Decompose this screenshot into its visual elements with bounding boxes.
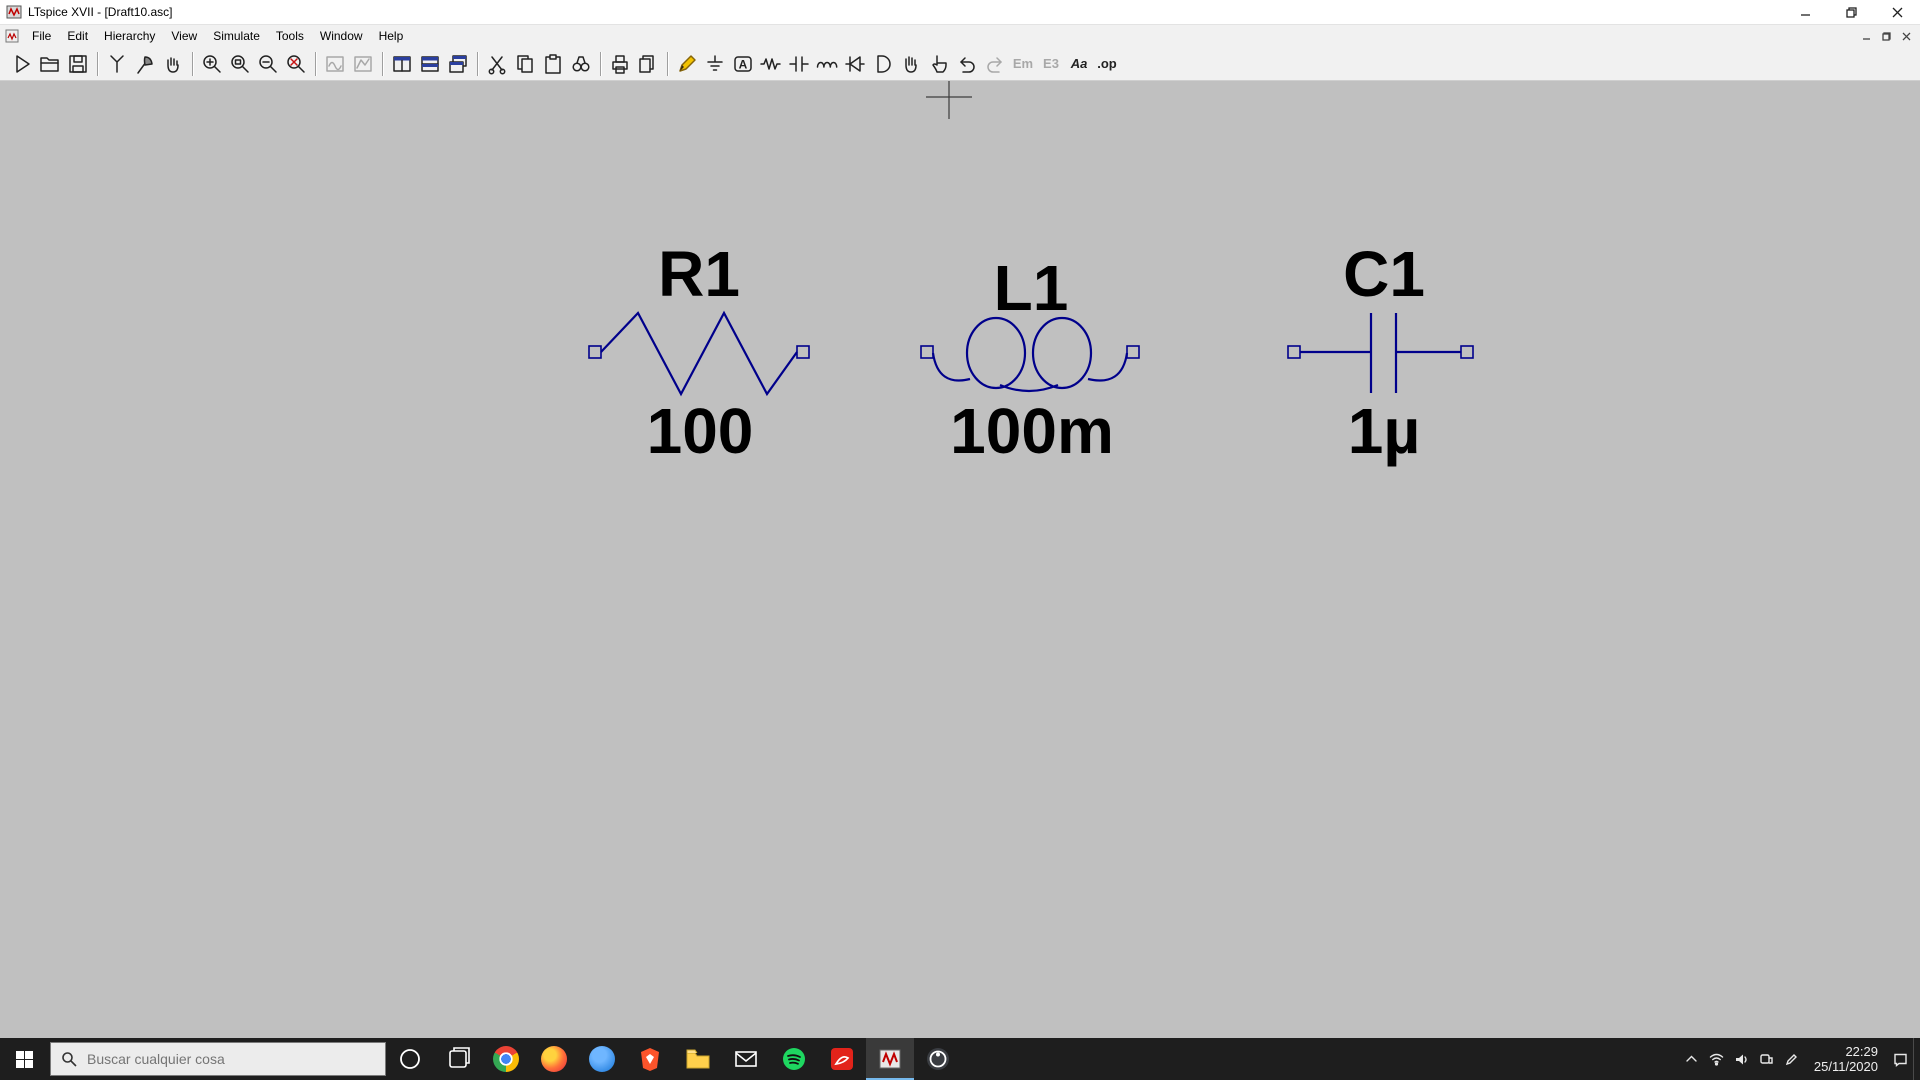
mdi-restore-button[interactable]: [1877, 28, 1896, 45]
component-icon[interactable]: [869, 50, 897, 78]
cortana-icon[interactable]: [386, 1038, 434, 1080]
menu-tools[interactable]: Tools: [268, 26, 312, 46]
show-desktop-button[interactable]: [1913, 1038, 1920, 1080]
halt-axe-icon[interactable]: [131, 50, 159, 78]
probe-icon[interactable]: [103, 50, 131, 78]
menu-hierarchy[interactable]: Hierarchy: [96, 26, 163, 46]
plot-settings-icon: [349, 50, 377, 78]
taskbar-clock[interactable]: 22:29 25/11/2020: [1804, 1038, 1888, 1080]
search-input[interactable]: [85, 1050, 359, 1068]
tile-horizontal-icon[interactable]: [416, 50, 444, 78]
zoom-in-icon[interactable]: [198, 50, 226, 78]
taskbar-search[interactable]: [50, 1042, 386, 1076]
toolbar: A Em E3 Aa .op: [0, 47, 1920, 81]
acrobat-icon[interactable]: [818, 1038, 866, 1080]
obs-icon[interactable]: [914, 1038, 962, 1080]
document-icon: [5, 29, 19, 43]
chevron-up-icon[interactable]: [1679, 1038, 1704, 1080]
capacitor-icon[interactable]: [785, 50, 813, 78]
component-value[interactable]: 100m: [950, 394, 1114, 468]
run-icon[interactable]: [8, 50, 36, 78]
mdi-minimize-button[interactable]: [1857, 28, 1876, 45]
drag-icon[interactable]: [925, 50, 953, 78]
start-button[interactable]: [0, 1038, 48, 1080]
rotate-icon: E3: [1043, 56, 1059, 71]
title-bar: LTspice XVII - [Draft10.asc]: [0, 0, 1920, 25]
capacitor-symbol: [1287, 313, 1474, 393]
minimize-button[interactable]: [1782, 0, 1828, 24]
pan-hand-icon[interactable]: [159, 50, 187, 78]
mdi-close-button[interactable]: [1897, 28, 1916, 45]
resistor-symbol: [588, 310, 810, 397]
text-icon[interactable]: Aa: [1065, 50, 1093, 78]
ground-icon[interactable]: [701, 50, 729, 78]
resistor-icon[interactable]: [757, 50, 785, 78]
maximize-button[interactable]: [1828, 0, 1874, 24]
menu-file[interactable]: File: [24, 26, 59, 46]
wire-icon[interactable]: [673, 50, 701, 78]
redo-icon: [981, 50, 1009, 78]
menu-bar: File Edit Hierarchy View Simulate Tools …: [0, 25, 1920, 47]
clock-date: 25/11/2020: [1813, 1059, 1878, 1074]
component-value[interactable]: 100: [647, 394, 754, 468]
spice-directive-icon[interactable]: .op: [1093, 50, 1121, 78]
component-ref[interactable]: R1: [658, 237, 740, 311]
mail-icon[interactable]: [722, 1038, 770, 1080]
window-title: LTspice XVII - [Draft10.asc]: [28, 5, 173, 19]
zoom-out-icon[interactable]: [254, 50, 282, 78]
undo-icon[interactable]: [953, 50, 981, 78]
copy-icon[interactable]: [511, 50, 539, 78]
diode-icon[interactable]: [841, 50, 869, 78]
teams-icon[interactable]: [1754, 1038, 1779, 1080]
ltspice-icon[interactable]: [866, 1038, 914, 1080]
find-icon[interactable]: [567, 50, 595, 78]
system-tray: 22:29 25/11/2020: [1679, 1038, 1920, 1080]
notification-icon[interactable]: [1888, 1038, 1913, 1080]
schematic-canvas[interactable]: R1 100 L1 100m C1 1µ: [0, 81, 1920, 1040]
menu-window[interactable]: Window: [312, 26, 371, 46]
pen-icon[interactable]: [1779, 1038, 1804, 1080]
clock-time: 22:29: [1845, 1044, 1878, 1059]
autorange-icon: [321, 50, 349, 78]
paste-icon[interactable]: [539, 50, 567, 78]
inductor-symbol: [920, 316, 1140, 393]
chrome-icon[interactable]: [482, 1038, 530, 1080]
print-all-icon[interactable]: [634, 50, 662, 78]
zoom-clear-icon[interactable]: [282, 50, 310, 78]
menu-simulate[interactable]: Simulate: [205, 26, 268, 46]
file-explorer-icon[interactable]: [674, 1038, 722, 1080]
brave-icon[interactable]: [626, 1038, 674, 1080]
mirror-icon: Em: [1012, 56, 1034, 71]
tile-vertical-icon[interactable]: [388, 50, 416, 78]
firefox-icon[interactable]: [530, 1038, 578, 1080]
spotify-icon[interactable]: [770, 1038, 818, 1080]
print-icon[interactable]: [606, 50, 634, 78]
menu-help[interactable]: Help: [371, 26, 412, 46]
save-icon[interactable]: [64, 50, 92, 78]
component-ref[interactable]: C1: [1343, 237, 1425, 311]
taskbar: 22:29 25/11/2020: [0, 1038, 1920, 1080]
desktop: LTspice XVII - [Draft10.asc] File Edit H…: [0, 0, 1920, 1080]
search-icon: [62, 1052, 77, 1067]
wifi-icon[interactable]: [1704, 1038, 1729, 1080]
menu-view[interactable]: View: [163, 26, 205, 46]
cut-icon[interactable]: [483, 50, 511, 78]
component-ref[interactable]: L1: [994, 251, 1069, 325]
svg-text:A: A: [739, 57, 748, 71]
crosshair-cursor: [926, 81, 972, 119]
component-value[interactable]: 1µ: [1348, 394, 1420, 468]
menu-edit[interactable]: Edit: [59, 26, 96, 46]
cascade-icon[interactable]: [444, 50, 472, 78]
close-button[interactable]: [1874, 0, 1920, 24]
ltspice-app-icon: [6, 5, 22, 19]
open-icon[interactable]: [36, 50, 64, 78]
schematic-drawing: [588, 81, 1474, 397]
inductor-icon[interactable]: [813, 50, 841, 78]
task-view-icon[interactable]: [434, 1038, 482, 1080]
label-icon[interactable]: A: [729, 50, 757, 78]
zoom-area-icon[interactable]: [226, 50, 254, 78]
volume-icon[interactable]: [1729, 1038, 1754, 1080]
thunderbird-icon[interactable]: [578, 1038, 626, 1080]
move-icon[interactable]: [897, 50, 925, 78]
